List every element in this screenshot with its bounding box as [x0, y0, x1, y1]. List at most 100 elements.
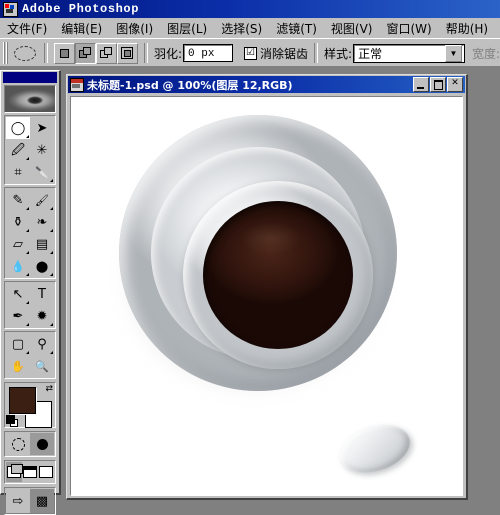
- waterdrop-icon: 💧: [11, 259, 25, 273]
- brush-tool[interactable]: 🖌: [30, 189, 54, 211]
- zoom-tool[interactable]: 🔍: [30, 355, 54, 377]
- menu-help[interactable]: 帮助(H): [439, 19, 495, 38]
- menu-bar: 文件(F) 编辑(E) 图像(I) 图层(L) 选择(S) 滤镜(T) 视图(V…: [0, 18, 500, 39]
- elliptical-marquee-tool[interactable]: ◯: [6, 117, 30, 139]
- options-separator-1: [44, 43, 48, 63]
- lasso-tool[interactable]: 🖉: [6, 139, 30, 161]
- add-to-selection-button[interactable]: [75, 42, 96, 64]
- filled-circle-icon: [36, 438, 48, 450]
- toolbox-title-bar[interactable]: [3, 72, 57, 83]
- lasso-icon: 🖉: [11, 142, 25, 158]
- imageready-preview-button[interactable]: ▩: [30, 489, 54, 513]
- image-canvas[interactable]: [71, 97, 462, 495]
- default-colors-icon[interactable]: [6, 415, 18, 427]
- menu-file[interactable]: 文件(F): [0, 19, 54, 38]
- type-tool[interactable]: T: [30, 283, 54, 305]
- history-brush-icon: ❧: [36, 214, 48, 230]
- subtract-from-selection-button[interactable]: [96, 42, 117, 64]
- options-separator-3: [314, 43, 319, 63]
- chevron-down-icon[interactable]: ▼: [444, 44, 462, 62]
- menu-edit[interactable]: 编辑(E): [54, 19, 109, 38]
- magic-wand-icon: ✳: [36, 142, 48, 158]
- menu-select[interactable]: 选择(S): [214, 19, 269, 38]
- pen-tool[interactable]: ✒: [6, 305, 30, 327]
- standard-screen-mode-button[interactable]: [6, 462, 23, 482]
- gradient-icon: ▤: [35, 236, 49, 252]
- document-title-bar[interactable]: 未标题-1.psd @ 100%(图层 12,RGB) ✕: [68, 76, 465, 93]
- notes-icon: ▢: [11, 336, 25, 352]
- maximize-button[interactable]: [430, 77, 446, 92]
- clone-stamp-tool[interactable]: ⚱: [6, 211, 30, 233]
- options-bar-drag-handle[interactable]: [2, 42, 9, 64]
- magic-wand-tool[interactable]: ✳: [30, 139, 54, 161]
- standard-screen-icon: [7, 464, 23, 478]
- gradient-tool[interactable]: ▤: [30, 233, 54, 255]
- blur-tool[interactable]: 💧: [6, 255, 30, 277]
- dodge-tool[interactable]: ⬤: [30, 255, 54, 277]
- menu-image[interactable]: 图像(I): [109, 19, 160, 38]
- tool-group-utility: ▢ ⚲ ✋ 🔍: [4, 331, 56, 379]
- slice-icon: 🔪: [35, 165, 49, 179]
- full-screen-with-menubar-button[interactable]: [22, 462, 38, 482]
- width-label: 宽度:: [471, 46, 500, 61]
- menu-window[interactable]: 窗口(W): [379, 19, 438, 38]
- window-controls: ✕: [413, 77, 463, 92]
- selection-mode-group: [54, 42, 138, 64]
- close-button[interactable]: ✕: [447, 77, 463, 92]
- photoshop-icon: [3, 1, 18, 17]
- notes-tool[interactable]: ▢: [6, 333, 30, 355]
- path-arrow-icon: ↖: [12, 286, 24, 302]
- swap-colors-icon[interactable]: ⇄: [45, 384, 53, 393]
- healing-brush-tool[interactable]: ✎: [6, 189, 30, 211]
- photoshop-application-window: Adobe Photoshop 文件(F) 编辑(E) 图像(I) 图层(L) …: [0, 0, 500, 515]
- document-window: 未标题-1.psd @ 100%(图层 12,RGB) ✕: [66, 74, 468, 500]
- feather-input[interactable]: 0 px: [183, 44, 234, 62]
- path-selection-tool[interactable]: ↖: [6, 283, 30, 305]
- stamp-icon: ⚱: [12, 214, 24, 230]
- standard-mode-button[interactable]: [6, 433, 30, 455]
- eyedropper-tool[interactable]: ⚲: [30, 333, 54, 355]
- shape-icon: ✹: [36, 308, 48, 324]
- application-title-bar: Adobe Photoshop: [0, 0, 500, 18]
- menu-filter[interactable]: 滤镜(T): [269, 19, 324, 38]
- style-selected-value: 正常: [358, 46, 383, 61]
- pen-icon: ✒: [12, 308, 24, 324]
- toolbox-palette: ◯ ➤ 🖉 ✳ ⌗ 🔪 ✎ 🖌 ⚱ ❧ ▱ ▤ 💧 ⬤ ↖ T ✒ ✹ ▢ ⚲ …: [0, 70, 61, 515]
- crop-tool[interactable]: ⌗: [6, 161, 30, 183]
- history-brush-tool[interactable]: ❧: [30, 211, 54, 233]
- dashed-circle-icon: [11, 437, 25, 451]
- custom-shape-tool[interactable]: ✹: [30, 305, 54, 327]
- jump-to-group: ⇨ ▩: [4, 487, 56, 515]
- minimize-button[interactable]: [413, 77, 429, 92]
- arrow-move-icon: ➤: [36, 120, 48, 136]
- eraser-tool[interactable]: ▱: [6, 233, 30, 255]
- intersect-with-selection-button[interactable]: [117, 42, 138, 64]
- jump-arrow-icon: ⇨: [12, 493, 24, 508]
- cup-handle: [333, 416, 417, 482]
- style-dropdown[interactable]: 正常 ▼: [353, 43, 465, 63]
- tool-group-selection: ◯ ➤ 🖉 ✳ ⌗ 🔪: [4, 115, 56, 185]
- document-title: 未标题-1.psd @ 100%(图层 12,RGB): [87, 78, 293, 92]
- menu-layer[interactable]: 图层(L): [160, 19, 214, 38]
- feather-label: 羽化:: [154, 46, 183, 61]
- coffee-liquid: [203, 201, 353, 349]
- healing-brush-icon: ✎: [12, 192, 24, 208]
- move-tool[interactable]: ➤: [30, 117, 54, 139]
- eraser-icon: ▱: [13, 236, 23, 252]
- hand-icon: ✋: [11, 359, 25, 373]
- slice-tool[interactable]: 🔪: [30, 161, 54, 183]
- eyedropper-icon: ⚲: [37, 336, 47, 352]
- hand-tool[interactable]: ✋: [6, 355, 30, 377]
- eye-banner-image[interactable]: [4, 85, 56, 113]
- jump-to-imageready-button[interactable]: ⇨: [6, 489, 30, 513]
- document-icon: [70, 77, 84, 92]
- menu-view[interactable]: 视图(V): [324, 19, 380, 38]
- full-screen-mode-button[interactable]: [38, 462, 54, 482]
- elliptical-marquee-icon[interactable]: [12, 42, 38, 64]
- new-selection-button[interactable]: [54, 42, 75, 64]
- antialias-checkbox[interactable]: ☑: [244, 46, 258, 60]
- tool-group-retouch: ✎ 🖌 ⚱ ❧ ▱ ▤ 💧 ⬤: [4, 187, 56, 279]
- canvas-viewport[interactable]: [70, 96, 463, 496]
- quick-mask-mode-button[interactable]: [30, 433, 54, 455]
- foreground-color-swatch[interactable]: [9, 387, 36, 414]
